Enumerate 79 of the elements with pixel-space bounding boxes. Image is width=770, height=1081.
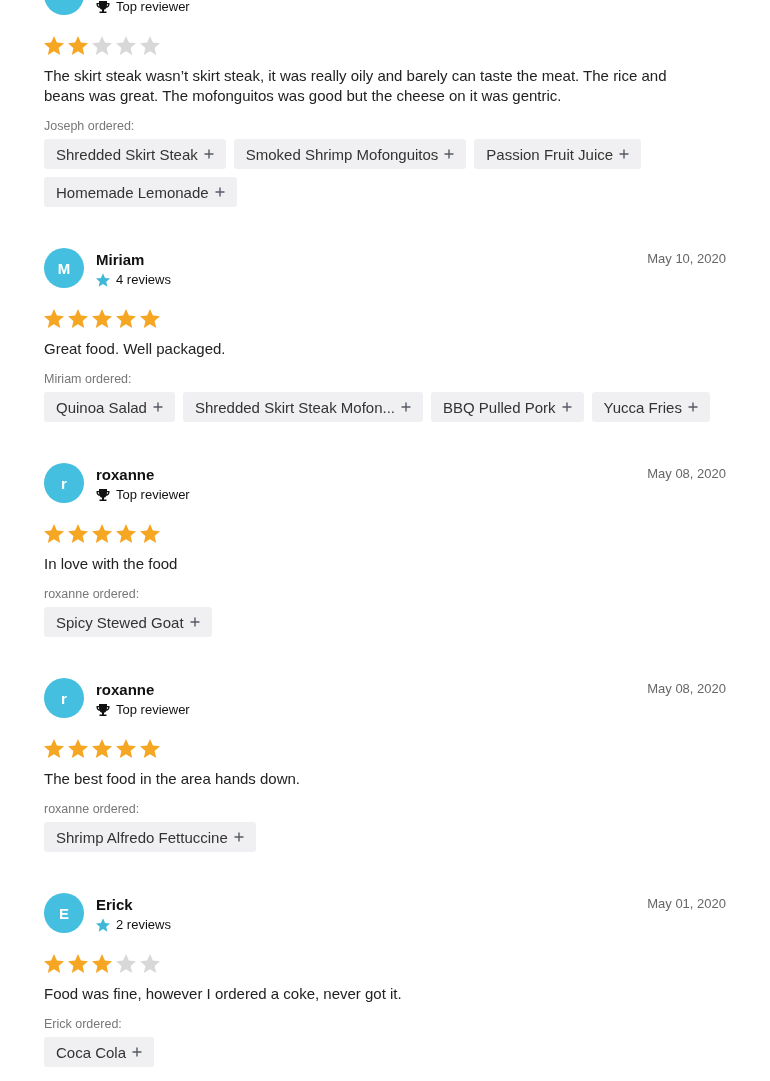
ordered-label: Miriam ordered: <box>44 372 133 386</box>
reviewer-label: 2 reviews <box>116 917 171 932</box>
reviewer-label: 4 reviews <box>116 272 171 287</box>
menu-item-chip[interactable]: Smoked Shrimp Mofonguitos <box>233 139 467 169</box>
reviewer-name: Erick <box>96 896 134 915</box>
star-icon <box>96 272 110 287</box>
avatar: M <box>44 248 84 288</box>
menu-item-chip[interactable]: Yucca Fries <box>591 392 710 422</box>
star-icon <box>44 739 64 758</box>
plus-icon <box>152 402 163 412</box>
menu-item-chip[interactable]: Passion Fruit Juice <box>474 139 642 169</box>
ordered-label: Erick ordered: <box>44 1017 123 1031</box>
star-icon <box>92 309 112 328</box>
reviewer-name: roxanne <box>96 681 156 700</box>
star-icon <box>68 36 88 55</box>
star-icon <box>116 954 136 973</box>
star-icon <box>68 524 88 543</box>
reviewer-name: Miriam <box>96 251 146 270</box>
menu-item-chip[interactable]: Spicy Stewed Goat <box>44 607 212 637</box>
menu-item-chip[interactable]: Shredded Skirt Steak <box>44 139 226 169</box>
ordered-label: roxanne ordered: <box>44 802 141 816</box>
star-icon <box>140 739 160 758</box>
plus-icon <box>132 1047 143 1057</box>
star-icon <box>44 954 64 973</box>
star-icon <box>116 524 136 543</box>
avatar: E <box>44 893 84 933</box>
star-icon <box>116 309 136 328</box>
review-text: Great food. Well packaged. <box>44 339 227 359</box>
plus-icon <box>214 187 225 197</box>
star-icon <box>92 524 112 543</box>
star-icon <box>68 739 88 758</box>
review-date: May 10, 2020 <box>647 251 726 266</box>
star-icon <box>92 739 112 758</box>
trophy-icon <box>96 702 110 717</box>
review-date: May 08, 2020 <box>647 681 726 696</box>
star-icon <box>140 524 160 543</box>
review-text: The best food in the area hands down. <box>44 769 301 789</box>
trophy-icon <box>96 487 110 502</box>
review-text: The skirt steak wasn’t skirt steak, it was really oily and barely can taste the meat. The rice and beans was great. The mofonguitos was good but the cheese on it was gentric. <box>44 66 668 106</box>
menu-item-chip[interactable]: Quinoa Salad <box>44 392 175 422</box>
review-date: May 08, 2020 <box>647 466 726 481</box>
plus-icon <box>444 149 455 159</box>
menu-item-chip[interactable]: Shredded Skirt Steak Mofon... <box>182 392 423 422</box>
star-icon <box>68 954 88 973</box>
reviewer-label: Top reviewer <box>116 702 190 717</box>
star-icon <box>44 36 64 55</box>
star-icon <box>96 917 110 932</box>
plus-icon <box>203 149 214 159</box>
star-icon <box>92 954 112 973</box>
reviewer-name: roxanne <box>96 466 156 485</box>
avatar: r <box>44 678 84 718</box>
avatar: r <box>44 463 84 503</box>
menu-item-chip[interactable]: BBQ Pulled Pork <box>431 392 584 422</box>
reviewer-label: Top reviewer <box>116 0 190 14</box>
star-icon <box>140 954 160 973</box>
star-icon <box>44 524 64 543</box>
star-icon <box>68 309 88 328</box>
menu-item-chip[interactable]: Coca Cola <box>44 1037 155 1067</box>
plus-icon <box>561 402 572 412</box>
review-date: May 01, 2020 <box>647 896 726 911</box>
trophy-icon <box>96 0 110 14</box>
ordered-label: roxanne ordered: <box>44 587 141 601</box>
review-text: In love with the food <box>44 554 179 574</box>
star-icon <box>140 36 160 55</box>
ordered-label: Joseph ordered: <box>44 119 136 133</box>
plus-icon <box>687 402 698 412</box>
review-text: Food was fine, however I ordered a coke, never got it. <box>44 984 403 1004</box>
plus-icon <box>401 402 411 412</box>
plus-icon <box>619 149 630 159</box>
plus-icon <box>233 832 244 842</box>
star-icon <box>140 309 160 328</box>
star-icon <box>44 309 64 328</box>
star-icon <box>116 739 136 758</box>
menu-item-chip[interactable]: Shrimp Alfredo Fettuccine <box>44 822 256 852</box>
plus-icon <box>189 617 200 627</box>
star-icon <box>92 36 112 55</box>
menu-item-chip[interactable]: Homemade Lemonade <box>44 177 237 207</box>
star-icon <box>116 36 136 55</box>
reviewer-label: Top reviewer <box>116 487 190 502</box>
